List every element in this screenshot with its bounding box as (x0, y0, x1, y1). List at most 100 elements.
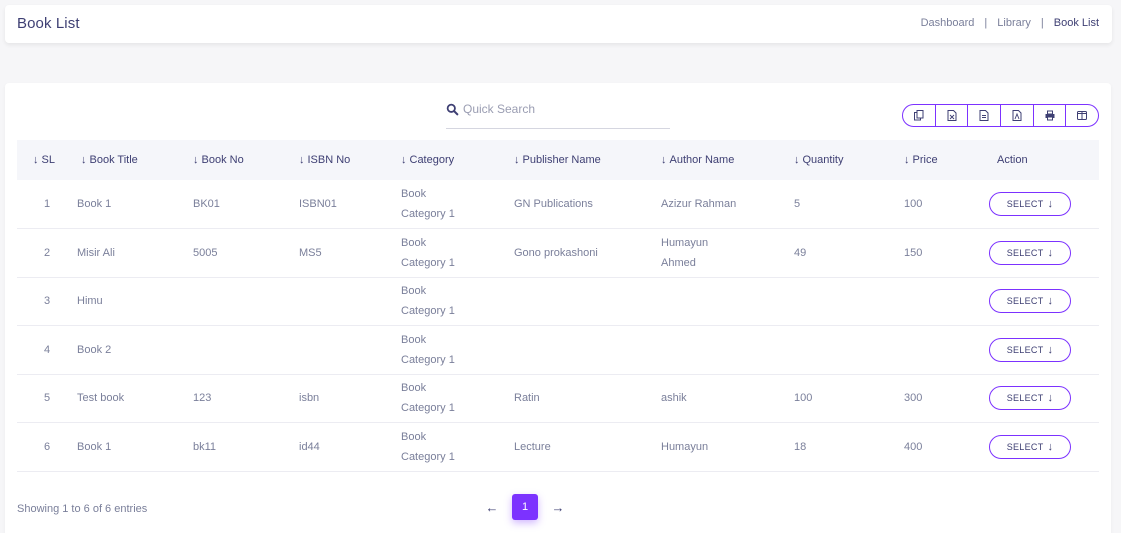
arrow-down-icon: ↓ (1047, 392, 1054, 405)
cell-action: SELECT ↓ (989, 229, 1099, 278)
arrow-left-icon: ← (485, 499, 499, 515)
cell-author: Humayun Ahmed (661, 236, 709, 269)
excel-button[interactable] (968, 105, 1002, 126)
table-row: 5 Test book 123 isbn Book Category 1 Rati… (17, 374, 1099, 423)
col-header-price[interactable]: ↓ Price (904, 140, 989, 180)
pdf-button[interactable] (1001, 105, 1034, 126)
col-header-category[interactable]: ↓ Category (401, 140, 514, 180)
cell-quantity (794, 277, 904, 326)
page-button-current[interactable]: 1 (512, 494, 538, 520)
pagination: ← 1 → (481, 494, 569, 520)
cell-quantity: 5 (794, 198, 801, 210)
arrow-down-icon: ↓ (1047, 295, 1054, 308)
copy-icon (913, 110, 924, 121)
breadcrumb: Dashboard | Library | Book List (921, 17, 1099, 29)
table-row: 2 Misir Ali 5005 MS5 Book Category 1 Gono… (17, 229, 1099, 278)
select-action-button[interactable]: SELECT ↓ (989, 386, 1071, 411)
col-header-book-no[interactable]: ↓ Book No (193, 140, 299, 180)
cell-sl: 4 (43, 343, 51, 356)
cell-book-title: Test book (77, 392, 125, 405)
cell-category: Book Category 1 (401, 188, 455, 220)
cell-book-title: Misir Ali (77, 246, 115, 259)
select-action-button[interactable]: SELECT ↓ (989, 289, 1071, 314)
table-row: 3 Himu Book Category 1 SELECT ↓ (17, 277, 1099, 326)
columns-icon (1077, 111, 1088, 120)
cell-book-title: Himu (77, 295, 103, 308)
copy-button[interactable] (903, 105, 936, 126)
table-row: 4 Book 2 Book Category 1 SELECT ↓ (17, 326, 1099, 375)
col-header-book-title[interactable]: ↓ Book Title (77, 140, 193, 180)
cell-publisher: GN Publications (514, 198, 593, 210)
col-header-sl[interactable]: ↓ SL (17, 140, 77, 180)
cell-quantity (794, 326, 904, 375)
arrow-down-icon: ↓ (1047, 246, 1054, 259)
columns-button[interactable] (1066, 105, 1098, 126)
col-header-action: Action (997, 154, 1028, 166)
csv-button[interactable] (936, 105, 969, 126)
cell-price: 150 (904, 246, 923, 259)
cell-publisher: Gono prokashoni (514, 246, 598, 259)
cell-book-title: Book 2 (77, 343, 112, 356)
prev-page-button[interactable]: ← (481, 494, 503, 520)
book-list-card: ↓SL ↓Book Title ↓Book No ↓ISBN No ↓Categ… (5, 83, 1111, 533)
cell-sl: 2 (43, 246, 51, 259)
search-input[interactable] (463, 101, 663, 117)
cell-publisher (514, 326, 661, 375)
sort-arrow-icon: ↓ (514, 154, 520, 166)
sort-arrow-icon: ↓ (193, 154, 199, 166)
select-action-button[interactable]: SELECT ↓ (989, 240, 1071, 265)
print-button[interactable] (1034, 105, 1067, 126)
arrow-down-icon: ↓ (1047, 440, 1054, 453)
cell-book-title: Book 1 (77, 440, 112, 453)
cell-book-no: BK01 (193, 198, 220, 210)
cell-isbn (299, 277, 401, 326)
cell-isbn: id44 (299, 440, 320, 453)
cell-action: SELECT ↓ (989, 180, 1099, 229)
table-header-row: ↓ SL ↓ Book Title ↓ Book No ↓ ISBN No ↓ Categ… (17, 140, 1099, 180)
cell-price: 300 (904, 392, 923, 405)
cell-quantity: 18 (794, 440, 807, 453)
excel-icon (979, 110, 989, 121)
cell-isbn (299, 326, 401, 375)
breadcrumb-separator: | (984, 17, 988, 29)
sort-arrow-icon: ↓ (794, 154, 800, 166)
next-page-button[interactable]: → (547, 494, 569, 520)
sort-arrow-icon: ↓ (401, 154, 407, 166)
breadcrumb-library[interactable]: Library (997, 17, 1031, 29)
cell-sl: 6 (43, 440, 51, 453)
cell-book-no: 5005 (193, 246, 218, 259)
breadcrumb-dashboard[interactable]: Dashboard (921, 17, 975, 29)
print-icon (1045, 110, 1055, 121)
col-header-publisher-name[interactable]: ↓ Publisher Name (514, 140, 661, 180)
arrow-right-icon: → (551, 499, 565, 515)
cell-price (904, 277, 989, 326)
select-action-button[interactable]: SELECT ↓ (989, 337, 1071, 362)
col-header-quantity[interactable]: ↓ Quantity (794, 140, 904, 180)
cell-sl: 5 (43, 392, 51, 405)
sort-arrow-icon: ↓ (33, 154, 39, 166)
col-header-author-name[interactable]: ↓ Author Name (661, 140, 794, 180)
select-action-button[interactable]: SELECT ↓ (989, 434, 1071, 459)
entries-info: Showing 1 to 6 of 6 entries (17, 503, 148, 515)
cell-author (661, 277, 794, 326)
cell-book-no: bk11 (193, 440, 217, 453)
cell-isbn: ISBN01 (299, 198, 337, 210)
arrow-down-icon: ↓ (1047, 198, 1054, 210)
cell-isbn: MS5 (299, 246, 322, 259)
search-icon (446, 103, 459, 116)
select-action-button[interactable]: SELECT ↓ (989, 192, 1071, 216)
cell-action: SELECT ↓ (989, 423, 1099, 472)
cell-price: 400 (904, 440, 923, 453)
cell-book-no (193, 277, 299, 326)
book-table: ↓ SL ↓ Book Title ↓ Book No ↓ ISBN No ↓ Categ… (17, 140, 1099, 472)
cell-price: 100 (904, 198, 923, 210)
cell-category: Book Category 1 (401, 285, 455, 318)
cell-action: SELECT ↓ (989, 277, 1099, 326)
cell-action: SELECT ↓ (989, 326, 1099, 375)
cell-book-no: 123 (193, 392, 212, 405)
col-header-isbn-no[interactable]: ↓ ISBN No (299, 140, 401, 180)
cell-category: Book Category 1 (401, 382, 455, 415)
cell-book-no (193, 326, 299, 375)
cell-action: SELECT ↓ (989, 374, 1099, 423)
cell-quantity: 49 (794, 246, 807, 259)
